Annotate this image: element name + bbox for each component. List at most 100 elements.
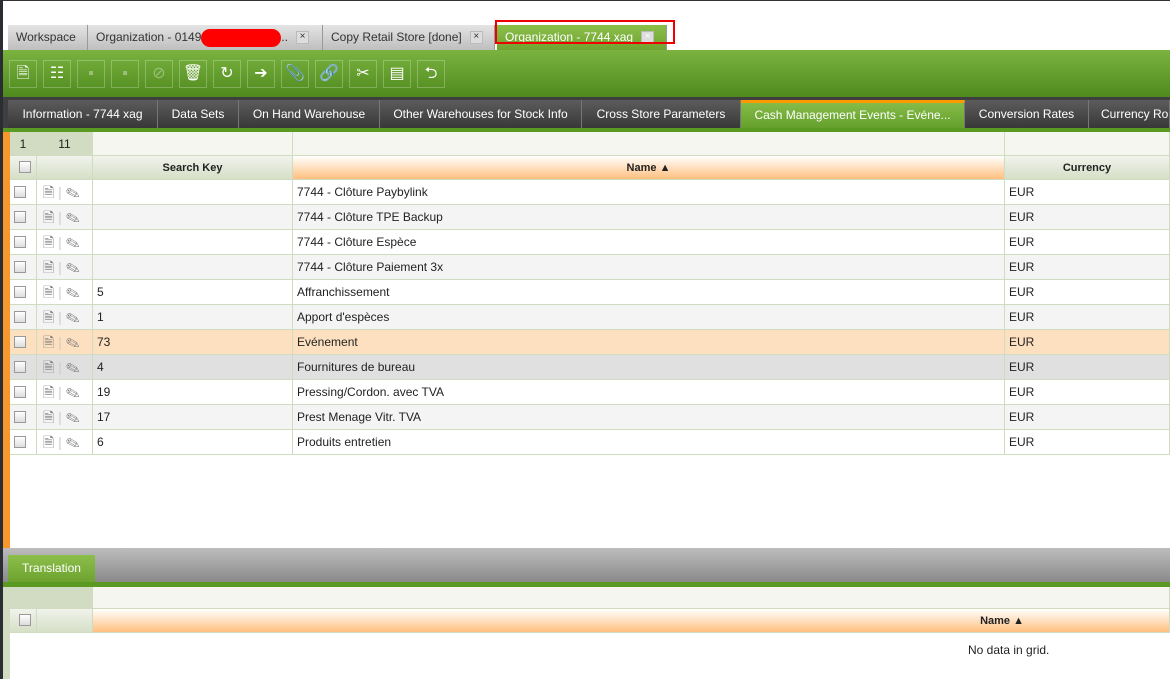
tab-copy-retail-store[interactable]: Copy Retail Store [done] ×	[323, 25, 495, 51]
document-icon[interactable]: 🗎	[43, 434, 54, 450]
table-row[interactable]: 🗎 | ✎ 7744 - Clôture Paybylink EUR	[10, 180, 1170, 205]
cell-name: Prest Menage Vitr. TVA	[293, 405, 1005, 429]
document-icon[interactable]: 🗎	[43, 384, 54, 400]
document-icon[interactable]: 🗎	[43, 359, 54, 375]
edit-pencil-icon[interactable]: ✎	[66, 284, 80, 300]
header-name[interactable]: Name ▲	[293, 156, 1005, 179]
edit-pencil-icon[interactable]: ✎	[66, 409, 80, 425]
row-checkbox[interactable]	[14, 386, 26, 398]
audit-icon[interactable]: ✂	[349, 60, 377, 88]
child-stripe	[3, 587, 10, 679]
cell-search-key: 19	[93, 380, 293, 404]
subtab-information[interactable]: Information - 7744 xag	[8, 100, 158, 128]
cancel-icon[interactable]: ⊘	[145, 60, 173, 88]
document-icon[interactable]: 🗎	[43, 334, 54, 350]
document-icon[interactable]: 🗎	[43, 184, 54, 200]
edit-pencil-icon[interactable]: ✎	[66, 434, 80, 450]
tab-translation[interactable]: Translation	[8, 555, 95, 582]
save-close-icon[interactable]: ▪	[111, 60, 139, 88]
new-grid-icon[interactable]: ☷	[43, 60, 71, 88]
redaction	[201, 28, 282, 47]
filter-currency[interactable]	[1005, 132, 1170, 155]
table-row[interactable]: 🗎 | ✎ 5 Affranchissement EUR	[10, 280, 1170, 305]
row-checkbox[interactable]	[14, 186, 26, 198]
window-tabs: Workspace Organization - 0149.. × Copy Re…	[3, 0, 1170, 52]
table-row[interactable]: 🗎 | ✎ 19 Pressing/Cordon. avec TVA EUR	[10, 380, 1170, 405]
tab-workspace[interactable]: Workspace	[8, 25, 88, 51]
document-icon[interactable]: 🗎	[43, 209, 54, 225]
document-icon[interactable]: 🗎	[43, 409, 54, 425]
row-checkbox[interactable]	[14, 336, 26, 348]
close-icon[interactable]: ×	[469, 31, 483, 45]
header-actions	[37, 156, 93, 179]
cell-currency: EUR	[1005, 180, 1170, 204]
subtab-currency[interactable]: Currency Ro	[1089, 100, 1170, 128]
document-icon[interactable]: 🗎	[43, 309, 54, 325]
cell-name: Fournitures de bureau	[293, 355, 1005, 379]
edit-pencil-icon[interactable]: ✎	[66, 259, 80, 275]
select-all-checkbox[interactable]	[19, 614, 31, 626]
tab-organization-0149[interactable]: Organization - 0149.. ×	[88, 25, 323, 51]
highlight-box	[495, 20, 675, 44]
table-row[interactable]: 🗎 | ✎ 7744 - Clôture Paiement 3x EUR	[10, 255, 1170, 280]
row-checkbox[interactable]	[14, 311, 26, 323]
table-row[interactable]: 🗎 | ✎ 17 Prest Menage Vitr. TVA EUR	[10, 405, 1170, 430]
cell-name: Pressing/Cordon. avec TVA	[293, 380, 1005, 404]
save-icon[interactable]: ▪	[77, 60, 105, 88]
header-name[interactable]: Name ▲	[93, 609, 1170, 632]
cell-search-key: 73	[93, 330, 293, 354]
document-icon[interactable]: 🗎	[43, 284, 54, 300]
row-checkbox[interactable]	[14, 361, 26, 373]
new-document-icon[interactable]: 🗎	[9, 60, 37, 88]
subtab-other-warehouses[interactable]: Other Warehouses for Stock Info	[380, 100, 582, 128]
subtab-cross-store-parameters[interactable]: Cross Store Parameters	[582, 100, 741, 128]
row-checkbox[interactable]	[14, 236, 26, 248]
document-icon[interactable]: 🗎	[43, 259, 54, 275]
row-checkbox[interactable]	[14, 211, 26, 223]
row-checkbox[interactable]	[14, 261, 26, 273]
export-icon[interactable]: ➔	[247, 60, 275, 88]
row-checkbox[interactable]	[14, 411, 26, 423]
cell-currency: EUR	[1005, 380, 1170, 404]
filter-name[interactable]	[93, 587, 1170, 608]
table-row[interactable]: 🗎 | ✎ 6 Produits entretien EUR	[10, 430, 1170, 455]
cell-currency: EUR	[1005, 280, 1170, 304]
pager-count: 11	[37, 132, 93, 155]
header-search-key[interactable]: Search Key	[93, 156, 293, 179]
delete-icon[interactable]: 🗑	[179, 60, 207, 88]
refresh-icon[interactable]: ↻	[213, 60, 241, 88]
select-all-checkbox[interactable]	[19, 161, 31, 173]
edit-pencil-icon[interactable]: ✎	[66, 384, 80, 400]
edit-pencil-icon[interactable]: ✎	[66, 309, 80, 325]
table-row[interactable]: 🗎 | ✎ 73 Evénement EUR	[10, 330, 1170, 355]
row-checkbox[interactable]	[14, 436, 26, 448]
edit-pencil-icon[interactable]: ✎	[66, 359, 80, 375]
workflow-icon[interactable]: ⮌	[417, 60, 445, 88]
layout-icon[interactable]: ▤	[383, 60, 411, 88]
subtab-data-sets[interactable]: Data Sets	[158, 100, 239, 128]
cell-currency: EUR	[1005, 305, 1170, 329]
attach-icon[interactable]: 📎	[281, 60, 309, 88]
table-row[interactable]: 🗎 | ✎ 4 Fournitures de bureau EUR	[10, 355, 1170, 380]
header-currency[interactable]: Currency	[1005, 156, 1170, 179]
link-icon[interactable]: 🔗	[315, 60, 343, 88]
subtab-cash-management-events[interactable]: Cash Management Events - Evéne...	[741, 100, 965, 128]
edit-pencil-icon[interactable]: ✎	[66, 184, 80, 200]
row-checkbox[interactable]	[14, 286, 26, 298]
edit-pencil-icon[interactable]: ✎	[66, 334, 80, 350]
edit-pencil-icon[interactable]: ✎	[66, 234, 80, 250]
filter-name[interactable]	[293, 132, 1005, 155]
subtab-conversion-rates[interactable]: Conversion Rates	[965, 100, 1089, 128]
cell-search-key	[93, 230, 293, 254]
document-icon[interactable]: 🗎	[43, 234, 54, 250]
table-row[interactable]: 🗎 | ✎ 1 Apport d'espèces EUR	[10, 305, 1170, 330]
table-row[interactable]: 🗎 | ✎ 7744 - Clôture TPE Backup EUR	[10, 205, 1170, 230]
tab-label: Organization - 0149	[96, 30, 202, 44]
edit-pencil-icon[interactable]: ✎	[66, 209, 80, 225]
filter-search-key[interactable]	[93, 132, 293, 155]
subtab-on-hand-warehouse[interactable]: On Hand Warehouse	[239, 100, 380, 128]
tab-label: Workspace	[16, 30, 76, 44]
pager-page: 1	[10, 132, 37, 155]
close-icon[interactable]: ×	[296, 31, 310, 45]
table-row[interactable]: 🗎 | ✎ 7744 - Clôture Espèce EUR	[10, 230, 1170, 255]
